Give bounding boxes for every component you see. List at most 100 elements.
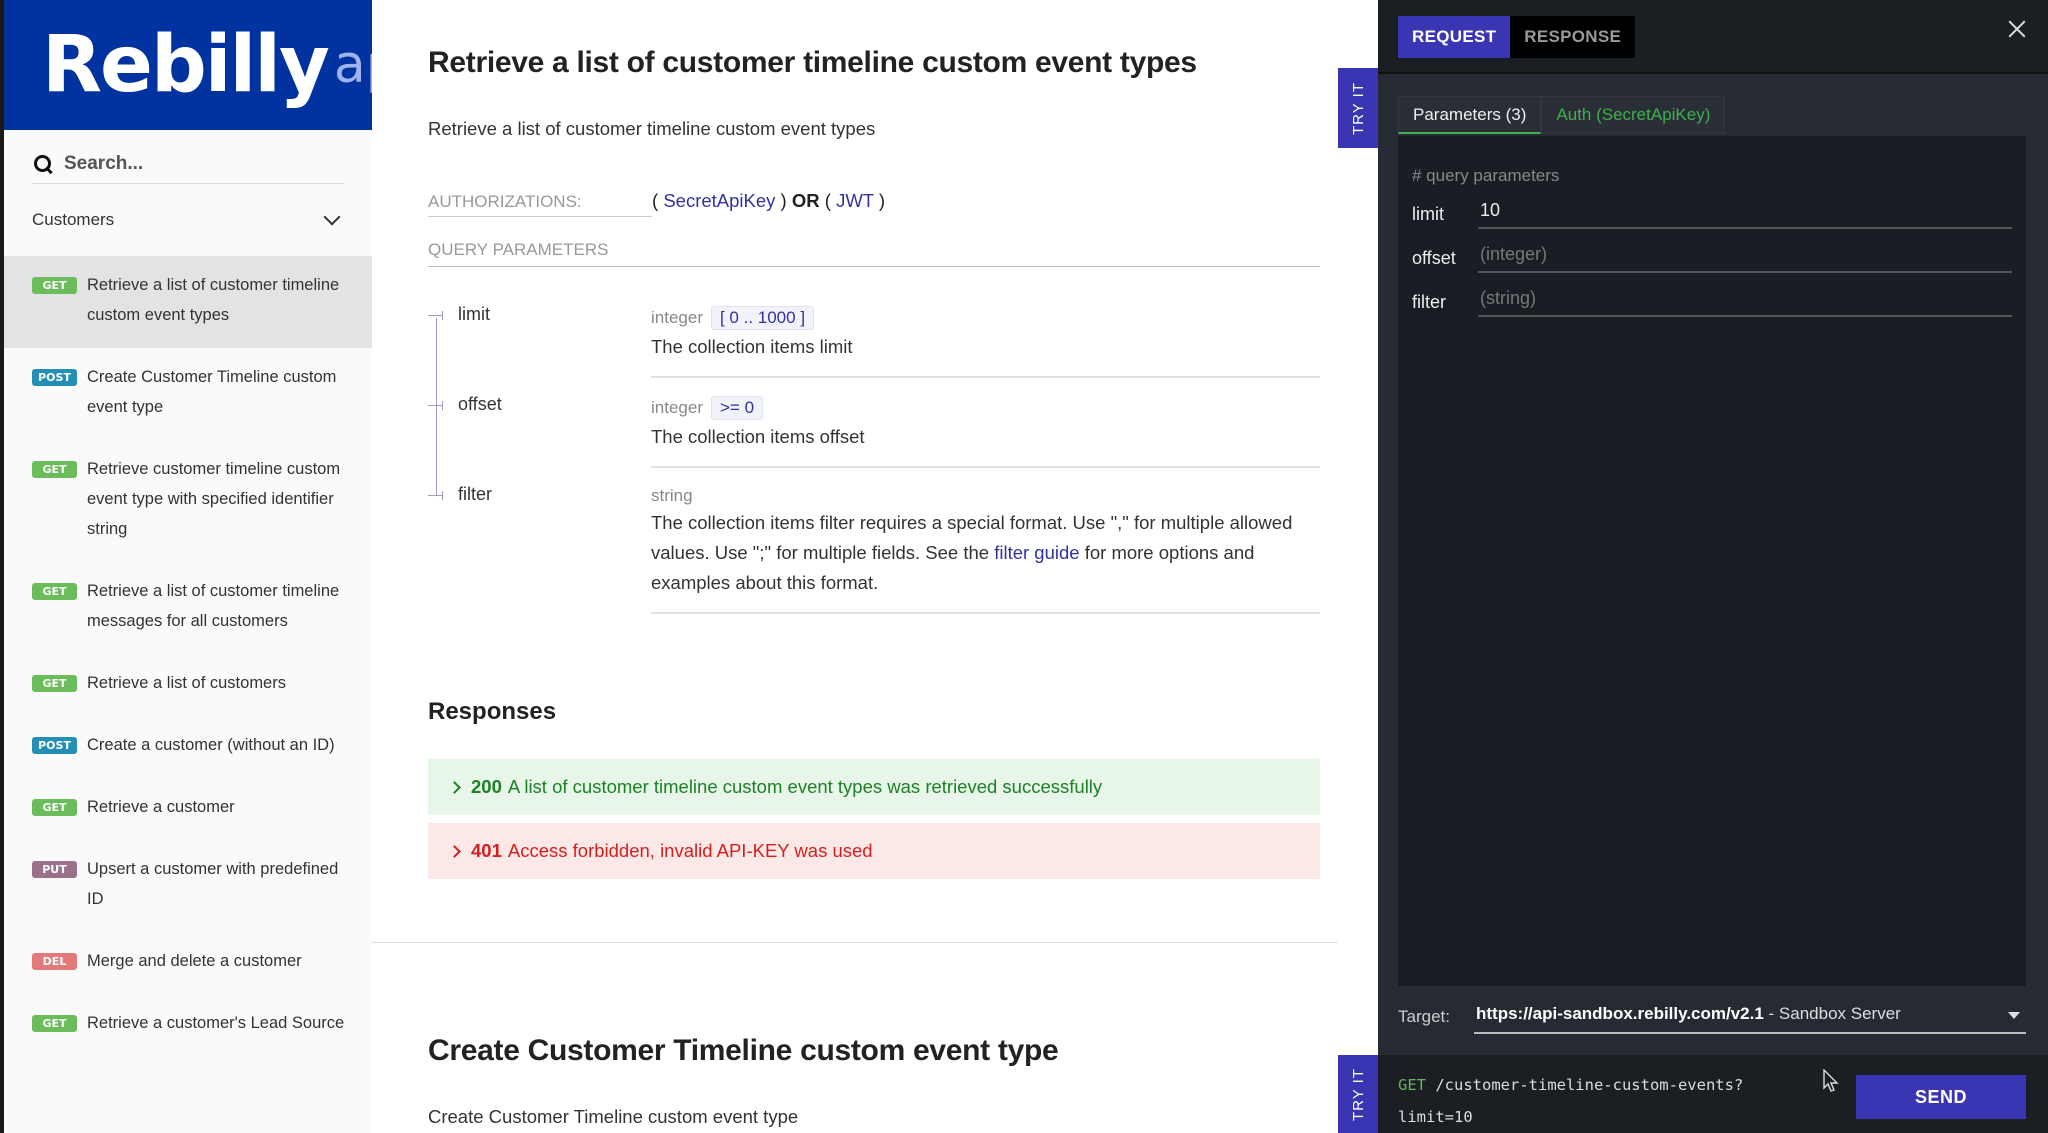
query-parameters-heading: QUERY PARAMETERS xyxy=(428,240,1320,267)
try-it-panel: REQUEST RESPONSE Parameters (3) Auth (Se… xyxy=(1378,0,2048,1133)
sidebar-nav-item[interactable]: PUT Upsert a customer with predefined ID xyxy=(4,840,372,932)
sidebar-nav-item[interactable]: GET Retrieve a list of customer timeline … xyxy=(4,256,372,348)
method-badge: GET xyxy=(32,277,77,294)
param-detail: integer [ 0 .. 1000 ] The collection item… xyxy=(651,306,1320,378)
panel-header: REQUEST RESPONSE xyxy=(1378,0,2048,74)
or-text: OR xyxy=(791,190,820,211)
sidebar-nav-item[interactable]: DEL Merge and delete a customer xyxy=(4,932,372,994)
method-badge: GET xyxy=(32,1015,77,1032)
method-badge: POST xyxy=(32,737,77,754)
target-label: Target: xyxy=(1398,1007,1450,1026)
param-description: The collection items offset xyxy=(651,426,865,447)
target-row: Target: https://api-sandbox.rebilly.com/… xyxy=(1398,1000,2026,1034)
paren: ( xyxy=(652,190,664,211)
search-input[interactable] xyxy=(64,152,324,175)
sidebar-nav-item[interactable]: GET Retrieve a customer's Lead Source xyxy=(4,994,372,1056)
query-parameters-comment: # query parameters xyxy=(1412,166,1560,185)
param-constraint: [ 0 .. 1000 ] xyxy=(710,306,815,330)
target-server-select[interactable]: https://api-sandbox.rebilly.com/v2.1 - S… xyxy=(1474,1000,2026,1034)
param-type: string xyxy=(651,486,693,505)
app-root: Rebilly api Customers GET Retrieve a list… xyxy=(0,0,2048,1133)
sidebar-nav-label: Merge and delete a customer xyxy=(87,952,302,970)
method-badge: DEL xyxy=(32,953,77,970)
chevron-down-icon xyxy=(323,208,341,226)
logo[interactable]: Rebilly api xyxy=(4,0,372,130)
auth-link-jwt[interactable]: JWT xyxy=(836,190,874,211)
sidebar-nav-item[interactable]: GET Retrieve a list of customer timeline … xyxy=(4,562,372,654)
chevron-right-icon xyxy=(448,780,461,794)
paren: ( xyxy=(819,190,837,211)
sidebar-group-customers[interactable]: Customers xyxy=(32,184,344,256)
field-label: limit xyxy=(1412,204,1444,224)
limit-input[interactable] xyxy=(1478,198,2012,229)
main-content: Retrieve a list of customer timeline cus… xyxy=(372,0,1338,1133)
close-icon[interactable] xyxy=(2006,18,2028,40)
sidebar-nav-item[interactable]: POST Create a customer (without an ID) xyxy=(4,716,372,778)
sidebar-nav-item[interactable]: GET Retrieve a customer xyxy=(4,778,372,840)
target-name: - Sandbox Server xyxy=(1763,1004,1901,1023)
field-filter: filter xyxy=(1412,286,2012,317)
responses-heading: Responses xyxy=(428,698,557,725)
offset-input[interactable] xyxy=(1478,242,2012,273)
request-bar: GET /customer-timeline-custom-events? li… xyxy=(1378,1055,2048,1133)
mouse-cursor-icon xyxy=(1823,1069,1839,1092)
section-divider xyxy=(372,942,1338,943)
filter-guide-link[interactable]: filter guide xyxy=(994,542,1079,563)
tree-tick xyxy=(428,311,443,320)
sidebar-nav-label: Upsert a customer with predefined ID xyxy=(87,860,339,908)
tree-tick xyxy=(428,491,443,500)
sidebar-nav-label: Retrieve a list of customer timeline mes… xyxy=(87,582,340,630)
sidebar-nav-item[interactable]: GET Retrieve a list of customers xyxy=(4,654,372,716)
field-label: filter xyxy=(1412,292,1447,312)
sidebar-nav-label: Retrieve a list of customer timeline cus… xyxy=(87,276,340,324)
sidebar-nav-item[interactable]: GET Retrieve customer timeline custom eve… xyxy=(4,440,372,562)
sidebar-nav-label: Retrieve a list of customers xyxy=(87,674,286,692)
sidebar-nav-list: GET Retrieve a list of customer timeline … xyxy=(4,256,372,1056)
authorizations-label: AUTHORIZATIONS: xyxy=(428,192,652,217)
filter-input[interactable] xyxy=(1478,286,2012,317)
chevron-right-icon xyxy=(448,844,461,858)
method-badge: GET xyxy=(32,675,77,692)
try-it-label: TRY IT xyxy=(1349,1067,1367,1121)
next-operation-title: Create Customer Timeline custom event ty… xyxy=(428,1034,1059,1067)
param-description: The collection items filter requires a s… xyxy=(651,508,1320,598)
sidebar-group-label: Customers xyxy=(32,210,115,229)
send-button[interactable]: SEND xyxy=(1856,1075,2026,1119)
tab-request[interactable]: REQUEST xyxy=(1398,16,1511,58)
param-constraint: >= 0 xyxy=(710,396,764,420)
sidebar-nav-label: Retrieve a customer xyxy=(87,798,235,816)
sidebar-nav-label: Retrieve customer timeline custom event … xyxy=(87,460,341,538)
param-detail: integer >= 0 The collection items offset xyxy=(651,396,1320,468)
response-text: Access forbidden, invalid API-KEY was us… xyxy=(507,840,873,861)
response-401[interactable]: 401 Access forbidden, invalid API-KEY wa… xyxy=(428,823,1320,879)
try-it-tab[interactable]: TRY IT xyxy=(1338,1055,1378,1133)
param-detail: string The collection items filter requi… xyxy=(651,486,1320,614)
next-operation-description: Create Customer Timeline custom event ty… xyxy=(428,1106,799,1127)
logo-text: Rebilly xyxy=(42,20,330,110)
authorizations-row: AUTHORIZATIONS: ( SecretApiKey ) OR ( JW… xyxy=(428,190,885,217)
response-code: 200 xyxy=(471,776,502,797)
field-limit: limit xyxy=(1412,198,2012,229)
tab-auth[interactable]: Auth (SecretApiKey) xyxy=(1541,96,1726,134)
request-query: limit=10 xyxy=(1398,1108,1473,1126)
response-200[interactable]: 200 A list of customer timeline custom e… xyxy=(428,759,1320,815)
page-title: Retrieve a list of customer timeline cus… xyxy=(428,46,1197,79)
caret-down-icon xyxy=(2008,1012,2020,1019)
sidebar-nav-label: Create Customer Timeline custom event ty… xyxy=(87,368,337,416)
param-name: limit xyxy=(458,304,490,324)
sidebar-nav-label: Retrieve a customer's Lead Source xyxy=(87,1014,345,1032)
tree-line xyxy=(436,318,437,496)
auth-link-secretapikey[interactable]: SecretApiKey xyxy=(663,190,775,211)
tab-parameters[interactable]: Parameters (3) xyxy=(1398,96,1542,134)
request-preview: GET /customer-timeline-custom-events? li… xyxy=(1398,1069,1743,1133)
field-label: offset xyxy=(1412,248,1456,268)
sidebar-nav-label: Create a customer (without an ID) xyxy=(87,736,335,754)
sidebar-nav-item[interactable]: POST Create Customer Timeline custom even… xyxy=(4,348,372,440)
tab-response[interactable]: RESPONSE xyxy=(1510,16,1636,58)
param-type: integer xyxy=(651,398,703,417)
try-it-tab[interactable]: TRY IT xyxy=(1338,68,1378,148)
field-offset: offset xyxy=(1412,242,2012,273)
logo-sub-text: api xyxy=(333,35,372,95)
param-description: The collection items limit xyxy=(651,336,853,357)
request-path: /customer-timeline-custom-events? xyxy=(1426,1076,1744,1094)
